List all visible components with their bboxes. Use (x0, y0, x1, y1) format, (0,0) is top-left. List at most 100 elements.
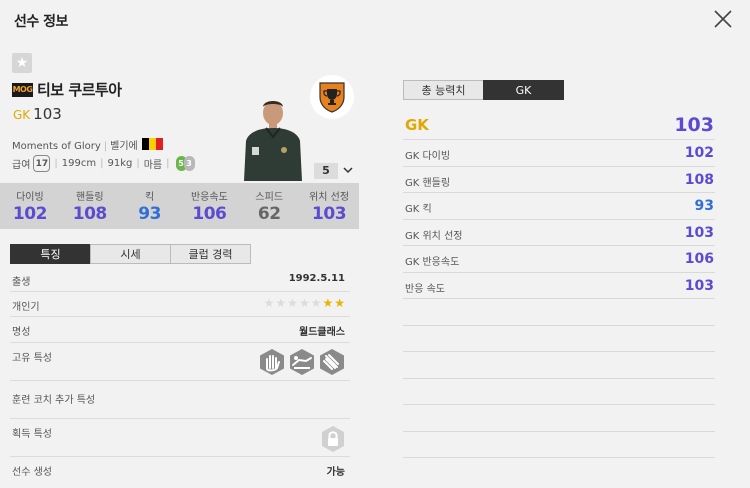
stat-value: 108 (684, 171, 714, 188)
stat-value: 93 (694, 198, 714, 214)
window-title: 선수 정보 (14, 14, 68, 30)
stat-label: 킥 (144, 192, 155, 203)
stat-label: GK 위치 선정 (405, 230, 463, 242)
empty-row (403, 299, 715, 326)
stat-label: 위치 선정 (309, 192, 350, 203)
create-label: 선수 생성 (12, 467, 52, 478)
stat-label: GK (405, 116, 429, 134)
stat-label: 스피드 (255, 192, 284, 203)
star-empty-icon: ★ (275, 296, 287, 310)
favorite-star-icon[interactable]: ★ (12, 53, 32, 73)
row-player-create: 선수 생성 가능 (10, 457, 350, 482)
birth-value: 1992.5.11 (288, 273, 345, 284)
salary-badge: 17 (33, 155, 51, 172)
stat-value: 108 (72, 204, 107, 224)
nation-name: 벨기에 (110, 141, 138, 152)
position-label: GK (13, 108, 31, 122)
stat-row: GK 반응속도 106 (403, 246, 715, 273)
empty-row (403, 405, 715, 432)
stat-label: 다이빙 (16, 192, 44, 203)
row-reputation: 명성 월드클래스 (10, 317, 350, 343)
star-empty-icon: ★ (287, 296, 298, 310)
birth-label: 출생 (12, 277, 31, 288)
stat-speed: 스피드 62 (239, 183, 299, 229)
reputation-value: 월드클래스 (299, 327, 345, 338)
stat-label: GK 반응속도 (405, 257, 460, 268)
stat-row: GK 다이빙 102 (403, 140, 715, 167)
row-coach-traits: 훈련 코치 추가 특성 (10, 381, 350, 419)
stat-value: 103 (684, 224, 714, 241)
position-overall: GK 103 (13, 105, 62, 123)
stat-row-gk: GK 103 (403, 111, 715, 140)
tab-traits[interactable]: 특징 (10, 244, 91, 264)
stat-kicking: 킥 93 (120, 183, 180, 229)
row-birth: 출생 1992.5.11 (10, 267, 350, 292)
upgrade-level-selector[interactable]: 5 (314, 163, 338, 179)
club-emblem (310, 75, 354, 119)
stat-row: GK 핸들링 108 (403, 167, 715, 193)
traits-label: 고유 특성 (12, 353, 52, 364)
empty-row (403, 326, 715, 352)
stat-label: 반응 속도 (405, 283, 445, 295)
stat-value: 102 (684, 145, 714, 161)
body-type-value: 마름 (143, 160, 163, 171)
star-empty-icon: ★ (298, 296, 310, 310)
empty-row (403, 379, 715, 405)
player-info-line: 급여 17 | 199cm | 91kg | 마름 | 53 (12, 155, 195, 172)
stat-value: 93 (138, 204, 161, 224)
star-empty-icon: ★ (310, 296, 322, 310)
height-value: 199cm (61, 158, 97, 169)
stat-row: GK 킥 93 (403, 193, 715, 220)
gk-hand-trait-icon[interactable] (258, 348, 286, 376)
detail-list: 출생 1992.5.11 개인기 ★ ★ ★ ★ ★ ★ ★ 명성 월드클래스 고유 특성 (10, 267, 350, 482)
player-name: 티보 쿠르투아 (37, 81, 122, 99)
row-unique-traits: 고유 특성 (10, 343, 350, 381)
detail-tabs: 특징 시세 클럽 경력 (10, 244, 251, 264)
stat-value: 103 (684, 277, 714, 294)
stat-label: 반응속도 (190, 192, 228, 203)
stat-value: 62 (257, 204, 281, 224)
acquired-label: 획득 특성 (12, 429, 52, 440)
stat-label: GK 다이빙 (405, 151, 451, 162)
stat-positioning: 위치 선정 103 (299, 183, 359, 229)
season-name: Moments of Glory (12, 141, 101, 152)
overall-value: 103 (33, 105, 62, 123)
row-skill-moves: 개인기 ★ ★ ★ ★ ★ ★ ★ (10, 292, 350, 317)
weight-value: 91kg (107, 158, 133, 169)
stat-label: GK 핸들링 (405, 177, 451, 189)
star-empty-icon: ★ (263, 296, 275, 310)
stat-value: 102 (12, 204, 47, 224)
club-emblem-icon (319, 82, 345, 113)
close-icon[interactable] (711, 7, 735, 31)
sub-foot-badge: 3 (183, 156, 195, 171)
skill-stars: ★ ★ ★ ★ ★ ★ ★ (263, 297, 345, 309)
stat-label: GK 킥 (405, 204, 432, 215)
gk-dive-trait-icon[interactable] (288, 348, 316, 376)
stat-handling: 핸들링 108 (60, 183, 120, 229)
skill-label: 개인기 (12, 302, 40, 313)
star-filled-icon: ★ (334, 296, 345, 310)
tab-market-price[interactable]: 시세 (90, 244, 171, 264)
row-acquired-traits: 획득 특성 (10, 419, 350, 457)
tab-total-stats[interactable]: 총 능력치 (403, 80, 484, 100)
player-photo (240, 95, 302, 181)
trait-icons (258, 348, 346, 376)
tab-gk-stats[interactable]: GK (483, 80, 564, 100)
star-filled-icon: ★ (322, 296, 334, 310)
coach-label: 훈련 코치 추가 특성 (12, 395, 96, 406)
stat-value: 106 (192, 204, 227, 224)
lock-icon (322, 426, 344, 452)
stat-row: GK 위치 선정 103 (403, 220, 715, 246)
chevron-down-icon[interactable] (342, 164, 354, 176)
empty-row (403, 352, 715, 379)
belgium-flag-icon (141, 138, 163, 150)
stat-value: 103 (312, 204, 347, 224)
season-badge: MOG (12, 83, 33, 97)
gk-glove-trait-icon[interactable] (318, 348, 346, 376)
salary-label: 급여 (12, 160, 31, 171)
tab-club-history[interactable]: 클럽 경력 (170, 244, 251, 264)
main-stats-bar: 다이빙 102 핸들링 108 킥 93 반응속도 106 스피드 62 위치 … (0, 183, 359, 229)
create-value: 가능 (326, 467, 345, 478)
empty-row (403, 432, 715, 458)
stat-value: 103 (674, 114, 714, 136)
